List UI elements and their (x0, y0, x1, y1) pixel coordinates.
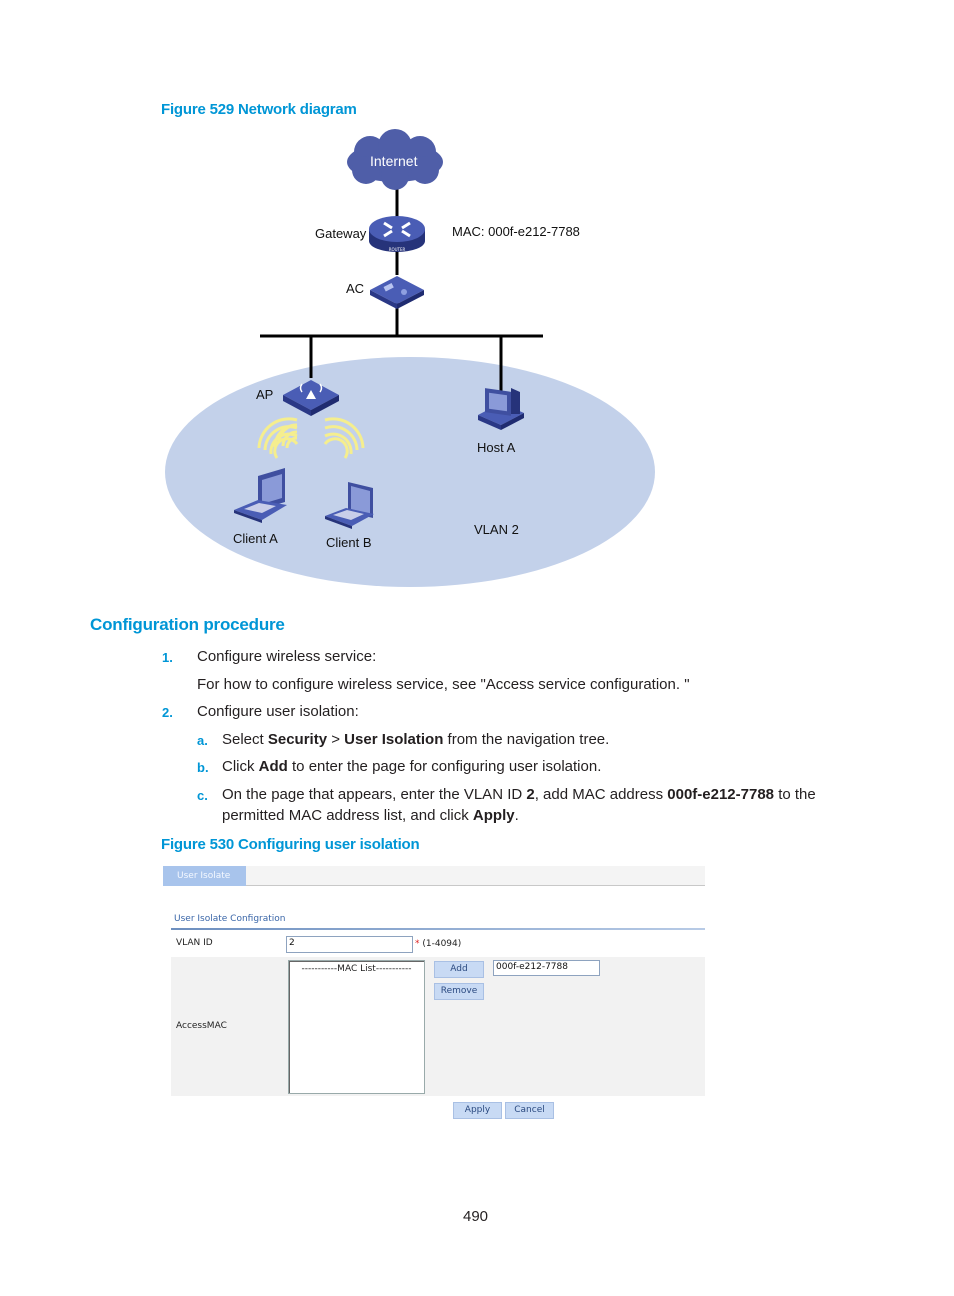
substep-c-letter: c. (197, 788, 208, 803)
internet-label: Internet (370, 153, 418, 169)
step-1-text: Configure wireless service: (197, 648, 377, 665)
substep-a-text: Select Security > User Isolation from th… (222, 731, 610, 748)
apply-button[interactable]: Apply (453, 1102, 502, 1119)
remove-button[interactable]: Remove (434, 983, 484, 1000)
section-title: Configuration procedure (90, 615, 285, 634)
config-section-title: User Isolate Configration (174, 914, 286, 924)
mac-list-box[interactable]: -----------MAC List----------- (288, 960, 425, 1094)
required-star: * (415, 939, 420, 949)
mac-address-input[interactable]: 000f-e212-7788 (493, 960, 600, 976)
gateway-label: Gateway (315, 226, 367, 241)
ac-icon (370, 276, 424, 309)
ap-label: AP (256, 387, 274, 402)
router-badge: ROUTER (389, 247, 406, 252)
client-a-label: Client A (233, 531, 278, 546)
mac-list-header: -----------MAC List----------- (301, 964, 412, 974)
vlan-id-label: VLAN ID (176, 938, 213, 948)
substep-b-text: Click Add to enter the page for configur… (222, 758, 602, 775)
ac-label: AC (346, 281, 365, 296)
step-2-number: 2. (162, 705, 173, 720)
substep-c-text-line2: permitted MAC address list, and click Ap… (222, 807, 519, 824)
cancel-button[interactable]: Cancel (505, 1102, 554, 1119)
network-diagram: ROUTER (165, 129, 655, 587)
client-b-label: Client B (326, 535, 372, 550)
tab-user-isolate[interactable]: User Isolate (163, 866, 246, 886)
step-2-text: Configure user isolation: (197, 703, 359, 720)
step-1-number: 1. (162, 650, 173, 665)
router-icon: ROUTER (369, 216, 425, 252)
figure-530-caption: Figure 530 Configuring user isolation (161, 836, 420, 853)
vlan-range-hint: * (1-4094) (415, 939, 461, 949)
vlan-area (165, 357, 655, 587)
substep-a-letter: a. (197, 733, 208, 748)
vlan-range-text: (1-4094) (422, 939, 462, 949)
substep-b-letter: b. (197, 760, 209, 775)
step-1-detail: For how to configure wireless service, s… (197, 676, 690, 693)
host-a-label: Host A (477, 440, 516, 455)
access-mac-label: AccessMAC (176, 1021, 227, 1031)
gateway-mac-label: MAC: 000f-e212-7788 (452, 224, 580, 239)
add-button[interactable]: Add (434, 961, 484, 978)
vlan-id-input[interactable]: 2 (286, 936, 413, 953)
substep-c-text-line1: On the page that appears, enter the VLAN… (222, 786, 816, 803)
vlan-label: VLAN 2 (474, 522, 519, 537)
page-number: 490 (463, 1208, 489, 1225)
